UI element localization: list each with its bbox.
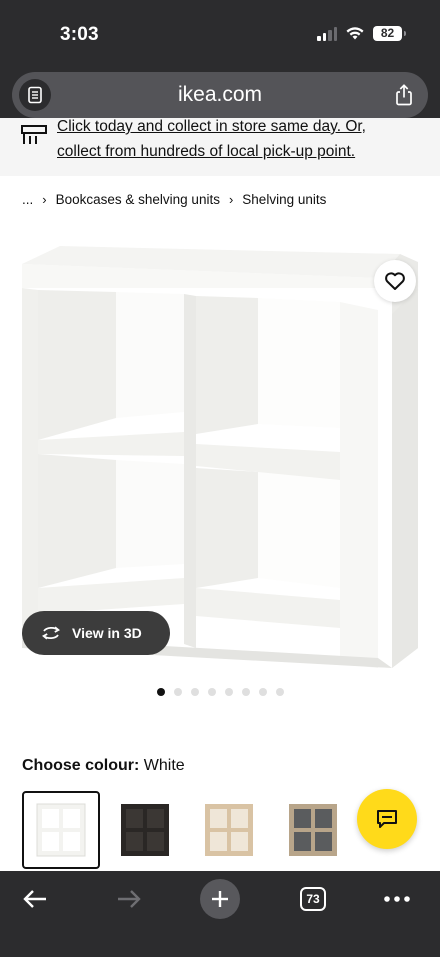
swatch-image — [205, 804, 253, 856]
click-collect-banner: Click today and collect in store same da… — [0, 118, 440, 176]
arrow-right-icon — [118, 890, 141, 908]
url-text[interactable]: ikea.com — [12, 83, 428, 107]
browser-bottom-toolbar: 73 — [0, 871, 440, 957]
wifi-icon — [346, 27, 364, 40]
breadcrumb: ... › Bookcases & shelving units › Shelv… — [22, 192, 326, 207]
breadcrumb-item-bookcases[interactable]: Bookcases & shelving units — [56, 192, 220, 207]
swatch-image — [36, 803, 86, 857]
more-menu-button[interactable] — [382, 879, 412, 919]
tabs-button[interactable]: 73 — [298, 879, 328, 919]
chevron-right-icon: › — [228, 192, 234, 207]
store-icon — [21, 125, 47, 144]
screen: 3:03 82 ikea.com Click today and collect… — [0, 0, 440, 957]
swatch-white-stained-oak[interactable] — [190, 791, 268, 869]
view-in-3d-label: View in 3D — [72, 625, 142, 641]
new-tab-circle — [200, 879, 240, 919]
colour-value: White — [143, 757, 185, 774]
colour-chooser-heading: Choose colour: White — [22, 757, 185, 775]
swatch-black-brown[interactable] — [106, 791, 184, 869]
tabs-count-badge: 73 — [300, 887, 326, 911]
chat-button[interactable] — [357, 789, 417, 849]
swatch-image — [289, 804, 337, 856]
forward-button[interactable] — [112, 879, 146, 919]
cellular-signal-icon — [317, 26, 337, 41]
pagination-dot[interactable] — [258, 688, 267, 696]
pagination-dot[interactable] — [241, 688, 250, 696]
pagination-dot[interactable] — [207, 688, 216, 696]
back-button[interactable] — [18, 879, 52, 919]
pagination-dot[interactable] — [173, 688, 182, 696]
heart-icon — [385, 272, 405, 290]
pagination-dot[interactable] — [275, 688, 284, 696]
status-icons: 82 — [317, 26, 406, 41]
more-dots-icon — [384, 896, 410, 902]
pagination-dot[interactable] — [190, 688, 199, 696]
chat-icon — [377, 810, 397, 828]
breadcrumb-item-shelving-units[interactable]: Shelving units — [242, 192, 326, 207]
chevron-right-icon: › — [42, 192, 47, 207]
product-image-shelving-unit[interactable] — [0, 228, 440, 676]
colour-swatches — [22, 791, 358, 869]
add-to-favourites-button[interactable] — [374, 260, 416, 302]
breadcrumb-ellipsis[interactable]: ... — [22, 192, 33, 207]
arrow-left-icon — [23, 890, 46, 908]
plus-icon — [212, 891, 228, 907]
share-icon[interactable] — [392, 83, 416, 107]
image-pagination — [0, 688, 440, 696]
battery-indicator: 82 — [373, 26, 406, 41]
swatch-grey-wood[interactable] — [274, 791, 352, 869]
rotate-3d-icon — [42, 626, 60, 640]
view-in-3d-button[interactable]: View in 3D — [22, 611, 170, 655]
pagination-dot[interactable] — [156, 688, 165, 696]
colour-label: Choose colour: — [22, 757, 140, 774]
new-tab-button[interactable] — [200, 879, 240, 919]
pagination-dot[interactable] — [224, 688, 233, 696]
swatch-white[interactable] — [22, 791, 100, 869]
browser-top-chrome: 3:03 82 ikea.com — [0, 0, 440, 130]
banner-text-line-1[interactable]: Click today and collect in store same da… — [57, 118, 366, 136]
swatch-image — [121, 804, 169, 856]
banner-text-line-2[interactable]: collect from hundreds of local pick-up p… — [57, 143, 355, 161]
status-time: 3:03 — [60, 24, 99, 45]
address-bar[interactable]: ikea.com — [12, 72, 428, 118]
